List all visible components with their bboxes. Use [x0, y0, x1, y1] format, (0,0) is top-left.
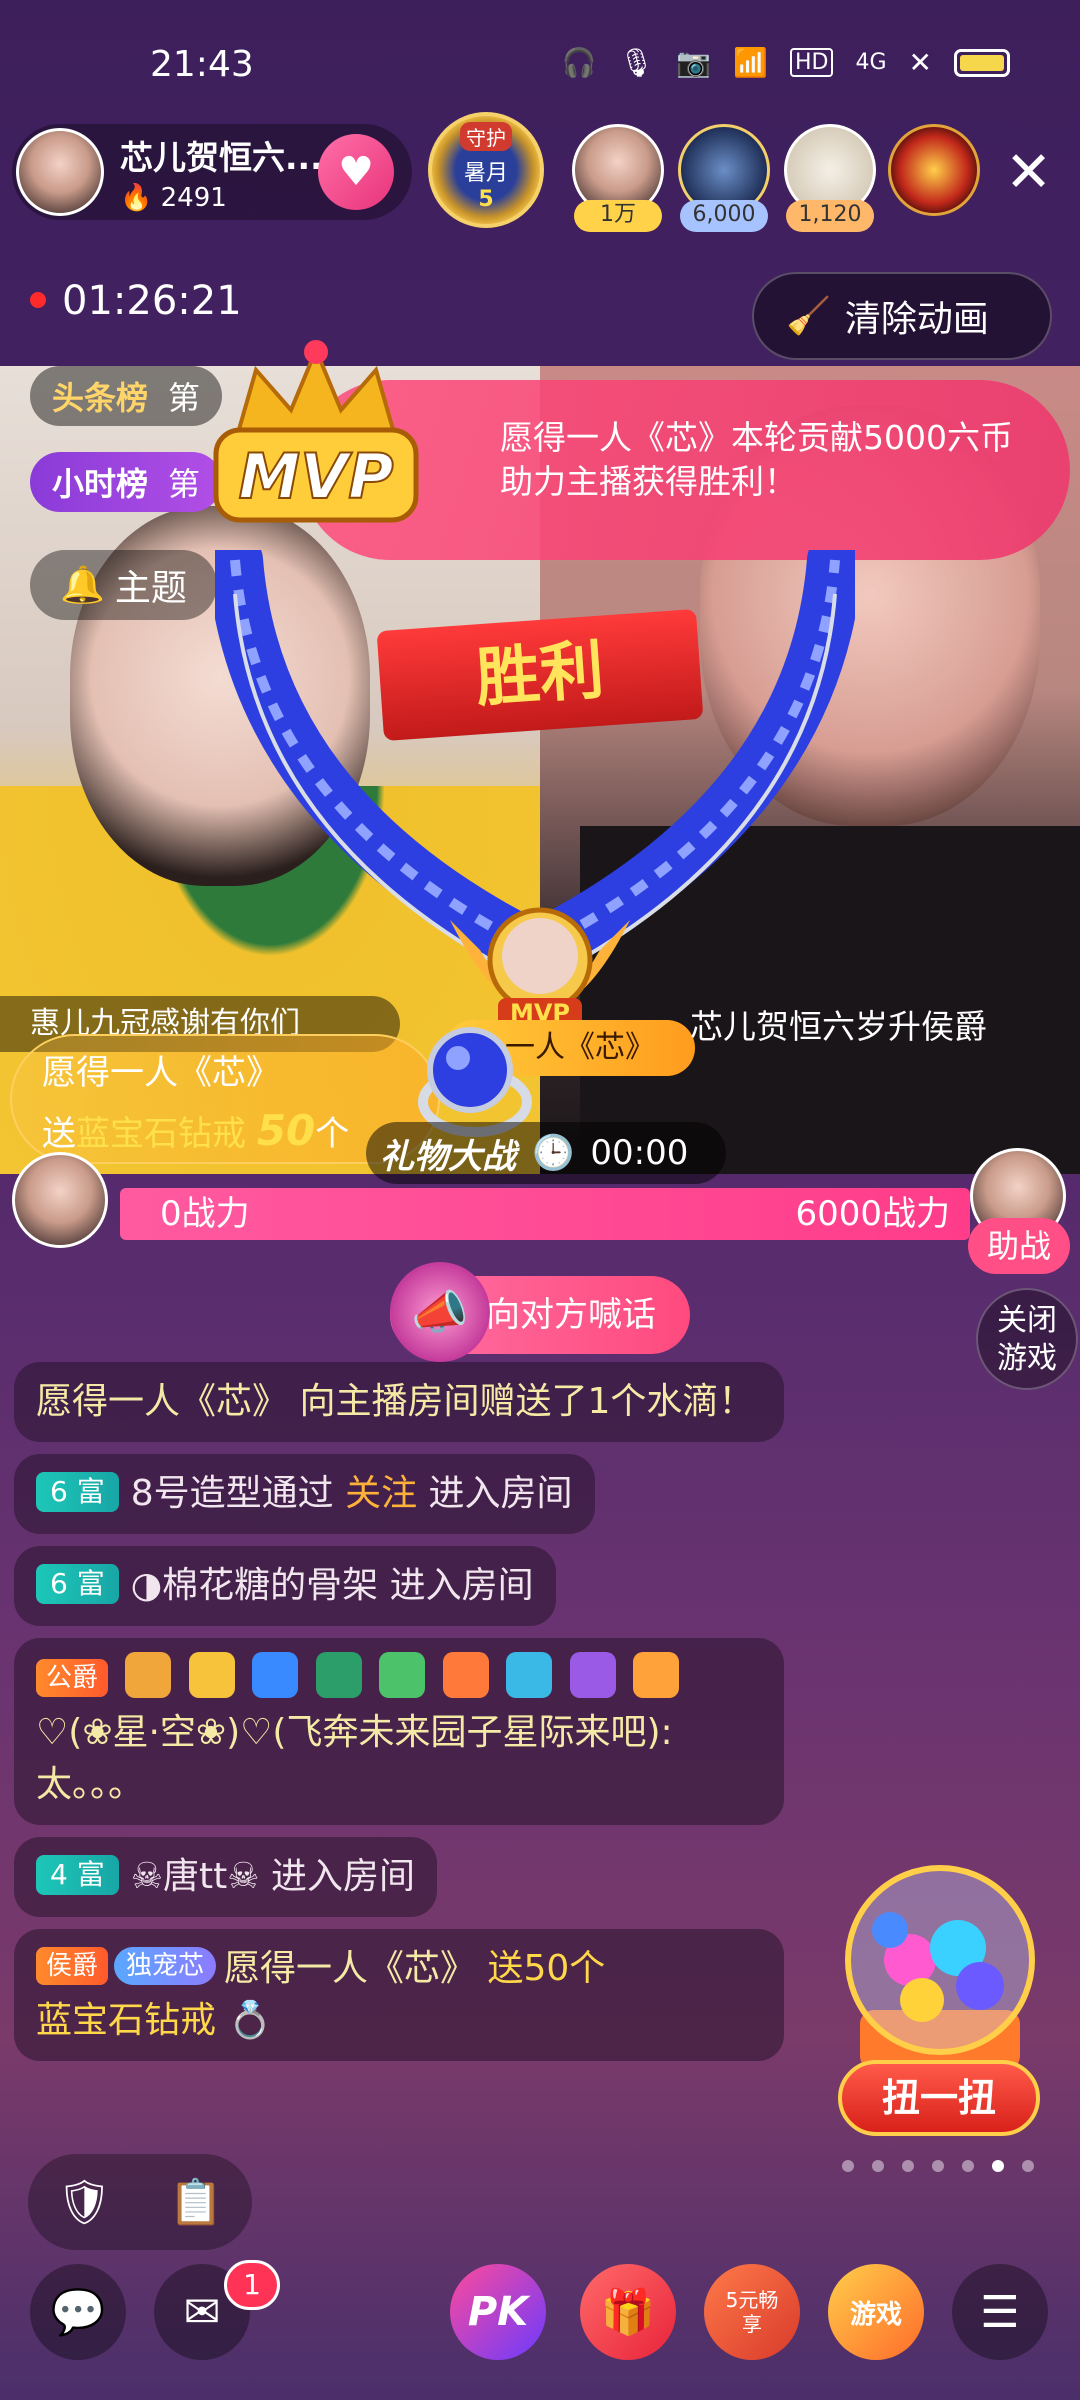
- close-icon[interactable]: ✕: [1005, 140, 1052, 205]
- close-game-button[interactable]: 关闭 游戏: [976, 1288, 1078, 1390]
- gacha-button[interactable]: 扭一扭: [838, 2060, 1040, 2136]
- viewer-badge: 1,120: [786, 200, 874, 232]
- fire-icon: 🔥: [120, 183, 153, 213]
- hourly-rank[interactable]: 小时榜 第: [30, 452, 223, 512]
- guard-badge[interactable]: 守护 暑月 5: [428, 112, 544, 228]
- guard-level: 5: [478, 187, 494, 212]
- recording-dot: [30, 292, 46, 308]
- star-badge-icon: [506, 1652, 553, 1698]
- profile-badge-icon: [188, 1652, 235, 1698]
- chat-message[interactable]: 4 富 ☠唐tt☠ 进入房间: [14, 1837, 437, 1917]
- game-label: 游戏: [849, 2299, 902, 2330]
- pet-badge: 独宠芯: [114, 1947, 217, 1985]
- carousel-dots: [842, 2160, 1034, 2172]
- viewer-avatar[interactable]: [888, 124, 980, 216]
- topic-button[interactable]: 🔔 主题: [30, 550, 217, 620]
- promo-button[interactable]: 5元畅享: [704, 2264, 800, 2360]
- live-duration: 01:26:21: [62, 278, 242, 324]
- promo-label: 5元畅享: [725, 2288, 779, 2336]
- topic-label: 主题: [114, 568, 187, 609]
- gacha-machine-icon[interactable]: [830, 1860, 1050, 2080]
- host-battle-avatar[interactable]: [12, 1152, 108, 1248]
- gift-button[interactable]: 🎁: [580, 2264, 676, 2360]
- viewer-4[interactable]: [886, 124, 982, 216]
- clear-animation-label: 清除动画: [844, 299, 989, 340]
- wifi-icon: 📶: [733, 46, 768, 79]
- mail-icon: ✉: [183, 2286, 221, 2338]
- headphones-icon: 🎧: [561, 46, 597, 79]
- viewer-2[interactable]: 6,000: [676, 124, 772, 232]
- guard-label: 守护: [460, 122, 512, 151]
- opponent-name[interactable]: 芯儿贺恒六岁升侯爵: [690, 1000, 987, 1048]
- shield-icon[interactable]: 🛡: [56, 2176, 112, 2228]
- viewer-3[interactable]: 1,120: [782, 124, 878, 232]
- flower-badge-icon: [379, 1652, 426, 1698]
- listen-badge-icon: [252, 1652, 299, 1698]
- status-icons: 🎧 🎙 📷 📶 HD 4G ✕: [562, 46, 1010, 79]
- chat-message[interactable]: 侯爵 独宠芯 愿得一人《芯》 送50个 蓝宝石钻戒 💍: [14, 1929, 784, 2061]
- tasks-icon[interactable]: 📋: [169, 2176, 224, 2228]
- chat-message[interactable]: 愿得一人《芯》 向主播房间赠送了1个水滴！: [14, 1362, 784, 1442]
- battle-left: 0战力: [160, 1194, 250, 1234]
- battle-right: 6000战力: [795, 1194, 950, 1234]
- crown-badge-icon: [633, 1652, 680, 1698]
- host-avatar[interactable]: [16, 128, 104, 216]
- pk-icon: PK: [467, 2289, 529, 2335]
- host-name: 芯儿贺恒六...: [120, 138, 323, 177]
- title-badge: 公爵: [36, 1659, 109, 1697]
- victory-label: 胜利: [376, 608, 704, 742]
- follow-heart-button[interactable]: ♥: [318, 134, 394, 210]
- status-time: 21:43: [150, 44, 254, 85]
- wealth-badge: 6 富: [36, 1472, 119, 1512]
- mvp-crown-icon: MVP: [213, 340, 419, 523]
- gift-icon: 🎁: [600, 2287, 656, 2338]
- wealth-badge: 6 富: [36, 1564, 119, 1604]
- gift-name: 蓝宝石钻戒: [76, 1114, 246, 1154]
- chat-message[interactable]: 6 富 ◑棉花糖的骨架 进入房间: [14, 1546, 556, 1626]
- rich-badge-icon: [315, 1652, 362, 1698]
- viewer-1[interactable]: 1万: [570, 124, 666, 232]
- pk-button[interactable]: PK: [450, 2264, 546, 2360]
- megaphone-icon: 📣: [390, 1262, 490, 1362]
- battle-bar-row: 0战力 6000战力: [12, 1148, 1072, 1256]
- gift-notice-user: 愿得一人《芯》: [42, 1053, 280, 1093]
- guard-tools: 🛡 📋: [28, 2154, 252, 2250]
- menu-icon: ☰: [980, 2286, 1020, 2338]
- chat-list[interactable]: 愿得一人《芯》 向主播房间赠送了1个水滴！ 6 富 8号造型通过 关注 进入房间 …: [14, 1362, 784, 2073]
- chat-bubble-icon: 💬: [50, 2287, 106, 2338]
- chat-message[interactable]: 6 富 8号造型通过 关注 进入房间: [14, 1454, 595, 1534]
- battle-progress: 0战力 6000战力: [120, 1188, 970, 1240]
- title-badge: 侯爵: [36, 1947, 109, 1985]
- host-heat: 2491: [160, 183, 227, 213]
- headline-rank[interactable]: 头条榜 第: [30, 366, 223, 426]
- level-badge-icon: [125, 1652, 172, 1698]
- sapphire-ring-icon: 💍: [227, 2000, 273, 2041]
- clear-animation-button[interactable]: 🧹 清除动画: [752, 272, 1052, 360]
- wealth-badge: 4 富: [36, 1855, 119, 1895]
- gift-count: 50: [256, 1106, 316, 1155]
- guard-month: 暑月: [463, 161, 508, 186]
- mvp-medal-icon: MVP: [450, 907, 630, 1028]
- chat-input-button[interactable]: 💬: [30, 2264, 126, 2360]
- crest-badge-icon: [569, 1652, 616, 1698]
- viewer-badge: 1万: [574, 200, 662, 232]
- help-battle-button[interactable]: 助战: [968, 1218, 1070, 1274]
- hd-icon: HD: [790, 48, 834, 77]
- mvp-banner-text: 愿得一人《芯》本轮贡献5000六币助力主播获得胜利！: [500, 418, 1013, 501]
- menu-button[interactable]: ☰: [952, 2264, 1048, 2360]
- mic-icon: 🎙: [618, 46, 655, 79]
- bell-icon: 🔔: [60, 565, 105, 606]
- heart-icon: ♥: [338, 149, 374, 195]
- signal-off-icon: ✕: [908, 46, 932, 79]
- gift-badge-icon: [442, 1652, 489, 1698]
- battery-icon: [954, 48, 1010, 77]
- mvp-text: MVP: [238, 440, 393, 513]
- broom-icon: 🧹: [786, 296, 831, 337]
- notification-badge: 1: [224, 2260, 280, 2310]
- network-label: 4G: [855, 50, 887, 75]
- chat-message[interactable]: 公爵 ♡(❀星·空❀)♡(飞奔未来园子星际来吧): 太。。。: [14, 1638, 784, 1825]
- game-button[interactable]: 游戏: [828, 2264, 924, 2360]
- viewer-badge: 6,000: [680, 200, 768, 232]
- camera-icon: 📷: [676, 46, 712, 79]
